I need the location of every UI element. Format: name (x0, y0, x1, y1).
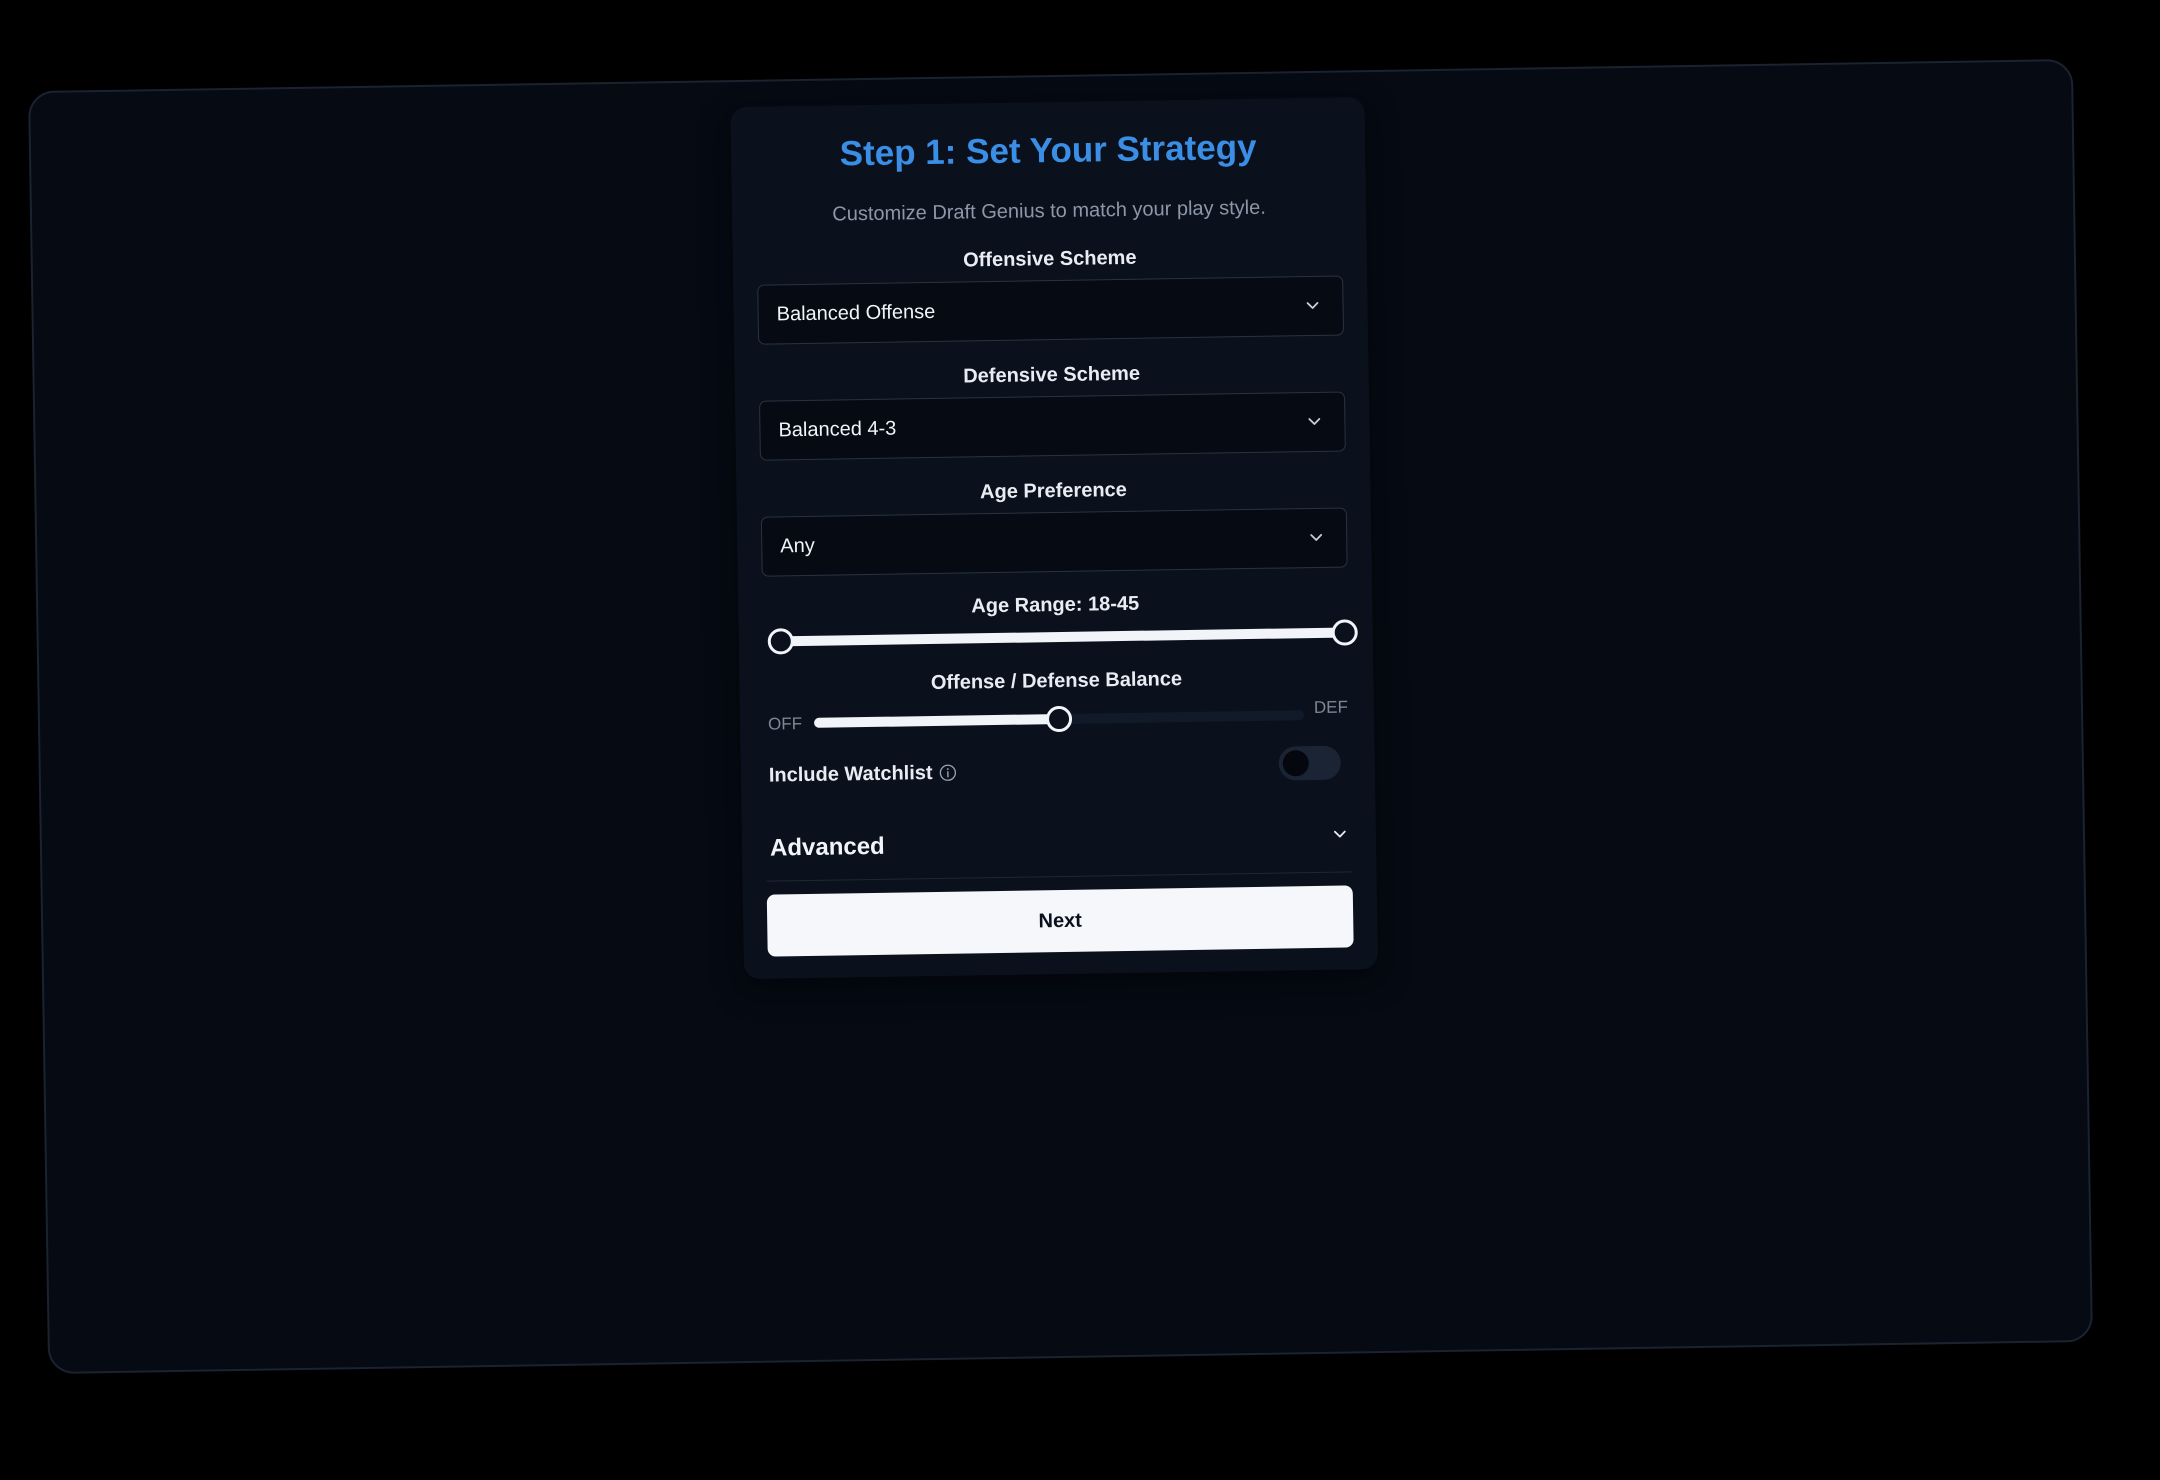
age-range-min-thumb[interactable] (767, 628, 794, 655)
info-icon[interactable] (939, 764, 957, 782)
offensive-scheme-select[interactable]: Balanced Offense (757, 275, 1345, 345)
age-preference-select[interactable]: Any (760, 507, 1348, 577)
offensive-scheme-value: Balanced Offense (776, 300, 936, 325)
age-preference-label: Age Preference (979, 478, 1127, 504)
chevron-down-icon (1308, 417, 1321, 425)
balance-off-label: OFF (767, 714, 803, 734)
age-preference-value: Any (780, 534, 815, 557)
age-range-group: Age Range: 18-45 (762, 587, 1358, 655)
balance-slider-track[interactable] (813, 705, 1305, 733)
defensive-scheme-select[interactable]: Balanced 4-3 (759, 391, 1346, 461)
strategy-card: Step 1: Set Your Strategy Customize Draf… (730, 97, 1379, 980)
watchlist-toggle[interactable] (1278, 745, 1342, 781)
age-range-slider-fill (780, 627, 1345, 647)
toggle-knob (1282, 750, 1309, 777)
advanced-label: Advanced (769, 832, 885, 862)
watchlist-label: Include Watchlist (768, 762, 933, 787)
age-range-label: Age Range: 18-45 (971, 592, 1140, 618)
balance-def-label: DEF (1313, 697, 1349, 718)
chevron-down-icon (1306, 302, 1319, 309)
advanced-accordion[interactable]: Advanced (765, 819, 1353, 882)
age-preference-group: Age Preference Any (760, 473, 1348, 577)
balance-group: Offense / Defense Balance OFF DEF (763, 663, 1350, 734)
next-button[interactable]: Next (766, 885, 1354, 957)
balance-label: Offense / Defense Balance (930, 668, 1183, 695)
defensive-scheme-value: Balanced 4-3 (778, 417, 897, 441)
balance-slider-thumb[interactable] (1045, 705, 1073, 733)
defensive-scheme-group: Defensive Scheme Balanced 4-3 (758, 357, 1346, 461)
page-subtitle: Customize Draft Genius to match your pla… (832, 196, 1266, 226)
page-title: Step 1: Set Your Strategy (839, 127, 1257, 174)
offensive-scheme-group: Offensive Scheme Balanced Offense (757, 242, 1345, 345)
offensive-scheme-label: Offensive Scheme (962, 246, 1137, 272)
balance-slider-fill (813, 714, 1060, 728)
chevron-down-icon (1310, 533, 1323, 541)
age-range-max-thumb[interactable] (1331, 619, 1358, 646)
age-range-slider-track[interactable] (767, 619, 1358, 655)
chevron-down-icon (1333, 830, 1346, 838)
watchlist-row: Include Watchlist (765, 745, 1352, 794)
defensive-scheme-label: Defensive Scheme (963, 362, 1141, 388)
app-window: Step 1: Set Your Strategy Customize Draf… (28, 59, 2093, 1374)
